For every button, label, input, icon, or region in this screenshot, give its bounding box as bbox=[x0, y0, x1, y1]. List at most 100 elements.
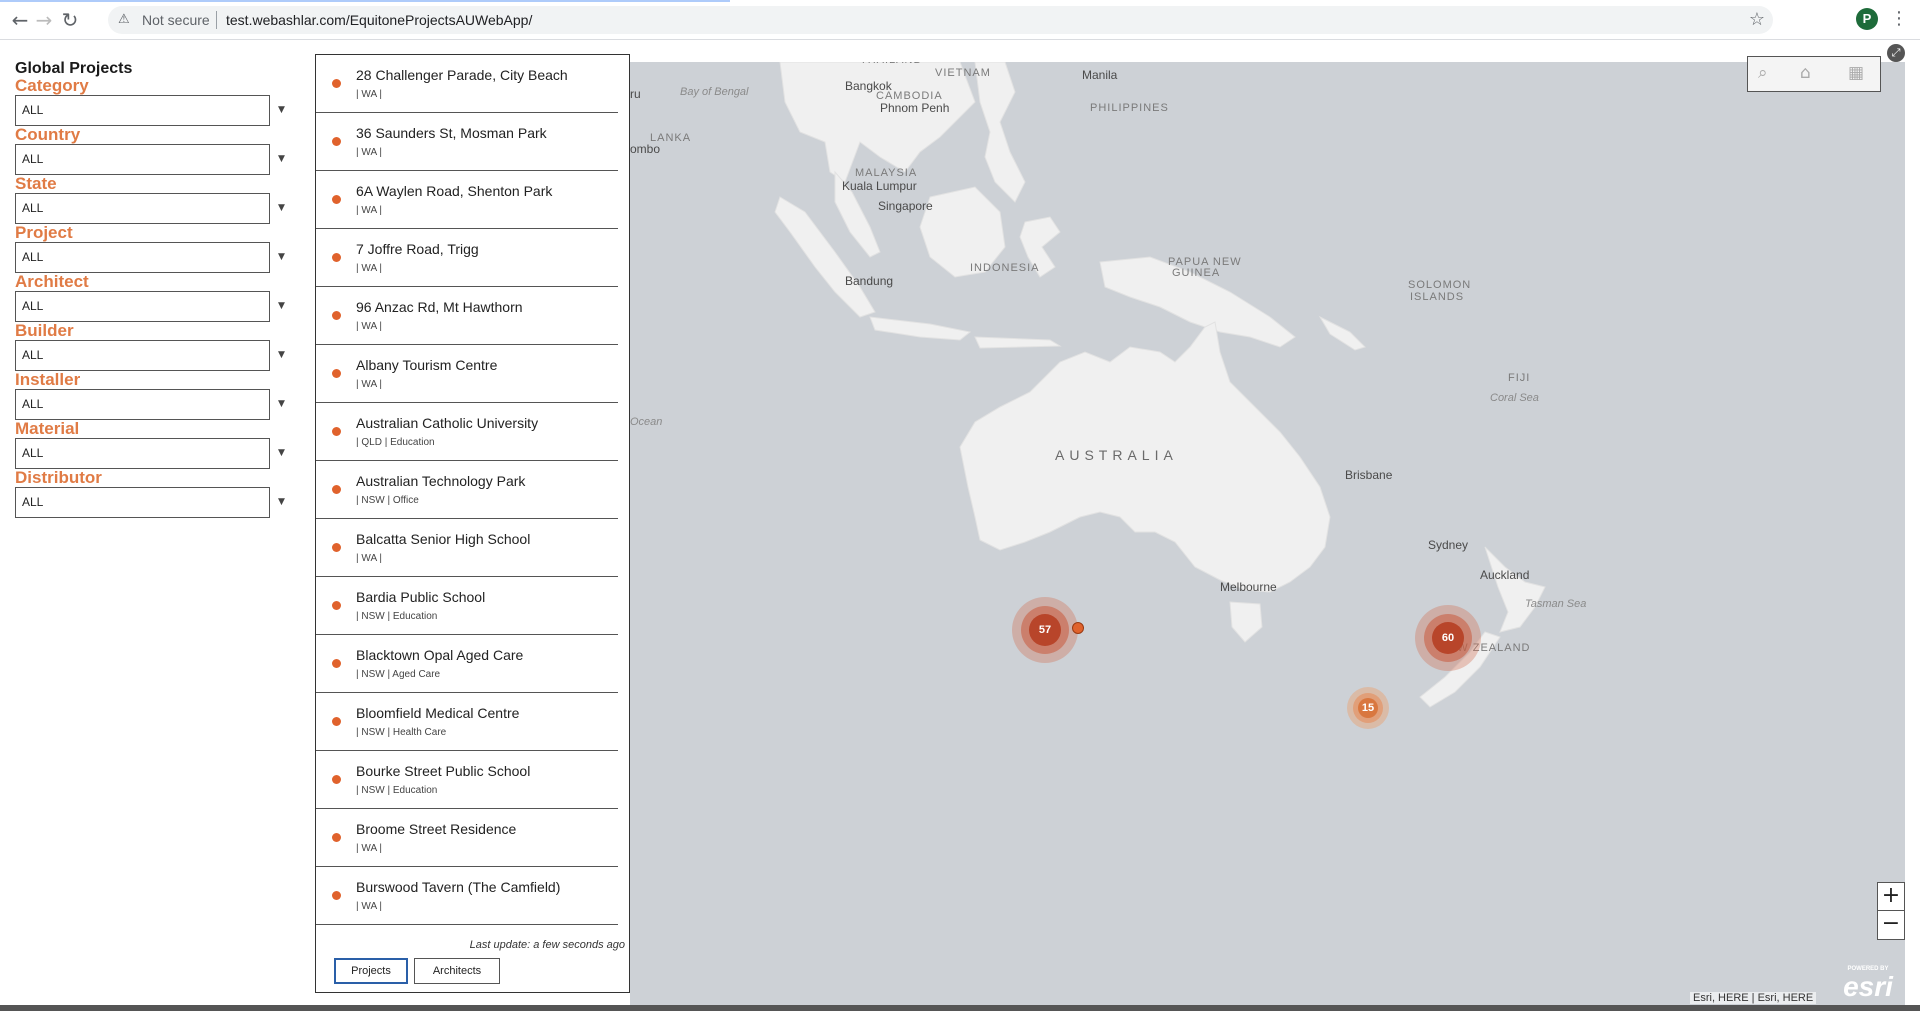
chevron-down-icon[interactable]: ▼ bbox=[278, 252, 285, 262]
address-bar[interactable]: ⚠ Not secure test.webashlar.com/Equitone… bbox=[108, 6, 1773, 34]
filter-label-distributor: Distributor bbox=[15, 468, 102, 487]
filter-label-architect: Architect bbox=[15, 272, 89, 291]
map-attribution[interactable]: Esri, HERE | Esri, HERE bbox=[1690, 992, 1817, 1004]
project-list-panel: Last update: a few seconds ago Projects … bbox=[315, 54, 630, 993]
project-list-item[interactable]: Broome Street Residence | WA | bbox=[316, 809, 618, 867]
project-name: 7 Joffre Road, Trigg bbox=[356, 241, 479, 257]
chevron-down-icon[interactable]: ▼ bbox=[278, 448, 285, 458]
project-meta: | NSW | Office bbox=[356, 495, 419, 506]
filter-select-material[interactable]: ALL bbox=[15, 438, 270, 469]
esri-wordmark: esri bbox=[1843, 971, 1893, 1002]
chevron-down-icon[interactable]: ▼ bbox=[278, 301, 285, 311]
project-meta: | WA | bbox=[356, 379, 382, 390]
map-label: VIETNAM bbox=[935, 67, 991, 79]
filter-select-installer[interactable]: ALL bbox=[15, 389, 270, 420]
project-meta: | WA | bbox=[356, 843, 382, 854]
project-list-item[interactable]: 7 Joffre Road, Trigg | WA | bbox=[316, 229, 618, 287]
project-meta: | WA | bbox=[356, 205, 382, 216]
filter-select-builder[interactable]: ALL bbox=[15, 340, 270, 371]
project-name: Australian Catholic University bbox=[356, 415, 539, 431]
filter-select-architect[interactable]: ALL bbox=[15, 291, 270, 322]
project-list-item[interactable]: Bourke Street Public School | NSW | Educa… bbox=[316, 751, 618, 809]
project-list-item[interactable]: Balcatta Senior High School | WA | bbox=[316, 519, 618, 577]
profile-avatar[interactable]: P bbox=[1856, 8, 1878, 30]
filter-panel: Global Projects Category ALL ▼ Country ALL ▼ S… bbox=[0, 40, 310, 1011]
map-label: PHILIPPINES bbox=[1090, 102, 1169, 114]
project-list-item[interactable]: Albany Tourism Centre | WA | bbox=[316, 345, 618, 403]
esri-logo[interactable]: POWERED BY esri bbox=[1836, 966, 1900, 1006]
project-list-item[interactable]: Burswood Tavern (The Camfield) | WA | bbox=[316, 867, 618, 925]
filter-label-category: Category bbox=[15, 76, 89, 95]
project-name: Albany Tourism Centre bbox=[356, 357, 498, 373]
project-meta: | WA | bbox=[356, 263, 382, 274]
filter-select-project[interactable]: ALL bbox=[15, 242, 270, 273]
project-dot-icon bbox=[332, 659, 341, 668]
project-meta: | NSW | Aged Care bbox=[356, 669, 441, 680]
bookmark-star-icon[interactable]: ☆ bbox=[1749, 9, 1765, 30]
zoom-out-button[interactable]: − bbox=[1878, 911, 1904, 939]
map-cluster[interactable]: 15 bbox=[1347, 687, 1389, 729]
project-list-item[interactable]: 6A Waylen Road, Shenton Park | WA | bbox=[316, 171, 618, 229]
basemap-gallery-icon[interactable]: ▦ bbox=[1848, 63, 1864, 83]
zoom-in-button[interactable]: + bbox=[1878, 883, 1904, 911]
map-label: ombo bbox=[630, 142, 661, 156]
chevron-down-icon[interactable]: ▼ bbox=[278, 105, 285, 115]
filter-select-state[interactable]: ALL bbox=[15, 193, 270, 224]
project-dot-icon bbox=[332, 137, 341, 146]
project-dot-icon bbox=[332, 543, 341, 552]
project-dot-icon bbox=[332, 717, 341, 726]
reload-icon[interactable]: ↻ bbox=[58, 8, 82, 32]
chevron-down-icon[interactable]: ▼ bbox=[278, 154, 285, 164]
map-label: THAILAND bbox=[860, 62, 922, 66]
cluster-count: 57 bbox=[1029, 614, 1061, 646]
cluster-count: 15 bbox=[1358, 698, 1378, 718]
project-name: 28 Challenger Parade, City Beach bbox=[356, 67, 568, 83]
map-cluster[interactable]: 57 bbox=[1012, 597, 1078, 663]
project-list-item[interactable]: Bardia Public School | NSW | Education bbox=[316, 577, 618, 635]
tab-projects[interactable]: Projects bbox=[334, 958, 408, 984]
chevron-down-icon[interactable]: ▼ bbox=[278, 399, 285, 409]
map-label: AUSTRALIA bbox=[1055, 447, 1178, 463]
project-list-item[interactable]: Australian Technology Park | NSW | Office bbox=[316, 461, 618, 519]
project-list-item[interactable]: Bloomfield Medical Centre | NSW | Health … bbox=[316, 693, 618, 751]
filter-label-project: Project bbox=[15, 223, 73, 242]
chevron-down-icon[interactable]: ▼ bbox=[278, 203, 285, 213]
map-label: Manila bbox=[1082, 68, 1118, 82]
filter-select-distributor[interactable]: ALL bbox=[15, 487, 270, 518]
fullscreen-icon[interactable]: ⤢ bbox=[1887, 44, 1905, 62]
last-update-text: Last update: a few seconds ago bbox=[469, 939, 625, 951]
project-dot-icon bbox=[332, 253, 341, 262]
back-arrow-icon[interactable]: ← bbox=[8, 8, 32, 32]
project-list-item[interactable]: 96 Anzac Rd, Mt Hawthorn | WA | bbox=[316, 287, 618, 345]
filter-label-installer: Installer bbox=[15, 370, 81, 389]
project-list-item[interactable]: 36 Saunders St, Mosman Park | WA | bbox=[316, 113, 618, 171]
map-view[interactable]: THAILANDVIETNAMManilaBangkokCAMBODIAPhno… bbox=[630, 62, 1905, 1011]
chevron-down-icon[interactable]: ▼ bbox=[278, 350, 285, 360]
chevron-down-icon[interactable]: ▼ bbox=[278, 497, 285, 507]
url-text[interactable]: test.webashlar.com/EquitoneProjectsAUWeb… bbox=[226, 12, 532, 28]
project-name: Bourke Street Public School bbox=[356, 763, 531, 779]
project-meta: | WA | bbox=[356, 89, 382, 100]
filter-label-material: Material bbox=[15, 419, 80, 438]
filter-select-category[interactable]: ALL bbox=[15, 95, 270, 126]
tab-architects[interactable]: Architects bbox=[414, 958, 500, 984]
map-label: MALAYSIA bbox=[855, 167, 918, 179]
project-list-item[interactable]: Blacktown Opal Aged Care | NSW | Aged Car… bbox=[316, 635, 618, 693]
filter-label-country: Country bbox=[15, 125, 81, 144]
browser-menu-icon[interactable]: ⋮ bbox=[1890, 8, 1908, 29]
map-search-icon[interactable]: ⌕ bbox=[1758, 63, 1768, 83]
map-label: Bandung bbox=[845, 274, 894, 288]
project-dot-icon bbox=[332, 485, 341, 494]
map-marker-pin[interactable] bbox=[1072, 622, 1084, 634]
forward-arrow-icon[interactable]: → bbox=[32, 8, 56, 32]
project-list-item[interactable]: 28 Challenger Parade, City Beach | WA | bbox=[316, 55, 618, 113]
project-dot-icon bbox=[332, 195, 341, 204]
map-cluster[interactable]: 60 bbox=[1415, 605, 1481, 671]
home-icon[interactable]: ⌂ bbox=[1800, 63, 1811, 83]
address-divider bbox=[216, 11, 217, 29]
map-label: Bay of Bengal bbox=[680, 86, 749, 98]
project-list-item[interactable]: Australian Catholic University | QLD | Ed… bbox=[316, 403, 618, 461]
project-dot-icon bbox=[332, 369, 341, 378]
project-name: 36 Saunders St, Mosman Park bbox=[356, 125, 547, 141]
filter-select-country[interactable]: ALL bbox=[15, 144, 270, 175]
